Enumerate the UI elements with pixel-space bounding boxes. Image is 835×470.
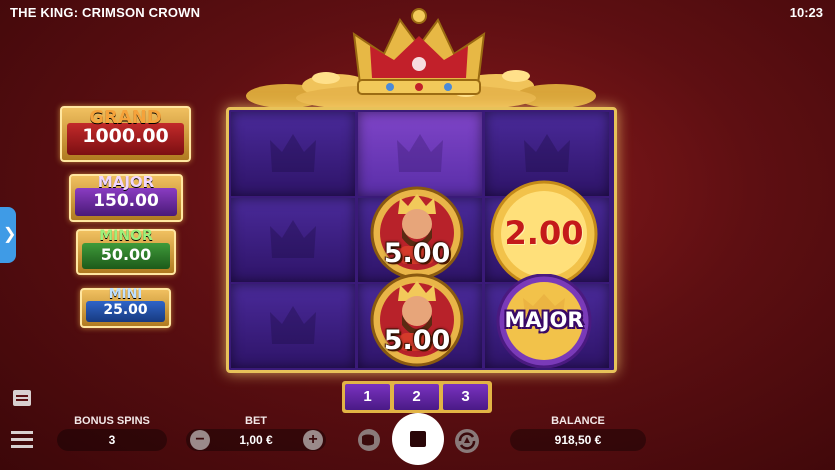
- stop-button[interactable]: [392, 413, 444, 465]
- bonus-spins-value: 3: [57, 429, 167, 451]
- clock: 10:23: [789, 5, 823, 20]
- balance-label: BALANCE: [551, 415, 605, 427]
- side-panel-tab[interactable]: ❯: [0, 207, 16, 263]
- jackpot-major-value: 150.00: [93, 191, 159, 211]
- major-coin-label: MAJOR: [504, 308, 584, 332]
- crown-placeholder-icon: [524, 134, 570, 172]
- king-coin-symbol: 5.00: [370, 273, 464, 367]
- crown-placeholder-icon: [270, 220, 316, 258]
- king-coin-value: 5.00: [383, 325, 451, 356]
- reel-cell-highlighted: [358, 112, 482, 196]
- reel-grid: 5.00 5.00 2.00 MAJOR: [226, 107, 617, 373]
- hamburger-menu-icon[interactable]: [11, 430, 33, 448]
- reel-option-3[interactable]: 3: [443, 384, 488, 410]
- jackpot-grand-value: 1000.00: [82, 125, 169, 147]
- king-coin-value: 5.00: [383, 238, 451, 269]
- jackpot-minor: MINOR 50.00: [76, 228, 176, 275]
- plus-icon[interactable]: +: [303, 430, 323, 450]
- gold-coin-symbol: 2.00: [485, 180, 603, 288]
- autoplay-icon[interactable]: [454, 428, 480, 454]
- jackpot-minor-value: 50.00: [100, 245, 152, 264]
- balance-value: 918,50 €: [510, 429, 646, 451]
- jackpot-major: MAJOR 150.00: [69, 173, 183, 222]
- crown-placeholder-icon: [270, 134, 316, 172]
- chevron-right-icon: ❯: [3, 226, 17, 243]
- minus-icon[interactable]: −: [190, 430, 210, 450]
- stop-icon: [410, 431, 426, 447]
- reel-number-selector: 1 2 3: [342, 381, 492, 413]
- jackpot-mini: MINI 25.00: [80, 287, 171, 328]
- jackpot-major-name: MAJOR: [97, 173, 155, 191]
- coin-stack-icon[interactable]: [357, 428, 381, 452]
- jackpot-mini-value: 25.00: [103, 302, 148, 318]
- reel-cell: [231, 198, 355, 282]
- crown-placeholder-icon: [397, 134, 443, 172]
- king-coin-symbol: 5.00: [370, 186, 464, 280]
- major-coin-symbol: MAJOR: [485, 273, 603, 369]
- bonus-spins-label: BONUS SPINS: [74, 415, 150, 427]
- gold-coin-value: 2.00: [504, 214, 584, 252]
- bet-label: BET: [245, 415, 267, 427]
- paytable-icon[interactable]: [12, 388, 32, 408]
- jackpot-grand: GRAND 1000.00: [60, 106, 191, 162]
- reel-option-2[interactable]: 2: [394, 384, 439, 410]
- reel-cell: [231, 112, 355, 196]
- crown-placeholder-icon: [270, 306, 316, 344]
- game-title: THE KING: CRIMSON CROWN: [10, 5, 201, 20]
- jackpot-mini-name: MINI: [108, 287, 143, 302]
- crown-icon: [352, 8, 486, 95]
- reel-cell: [231, 284, 355, 368]
- jackpot-minor-name: MINOR: [99, 228, 153, 244]
- reel-option-1[interactable]: 1: [345, 384, 390, 410]
